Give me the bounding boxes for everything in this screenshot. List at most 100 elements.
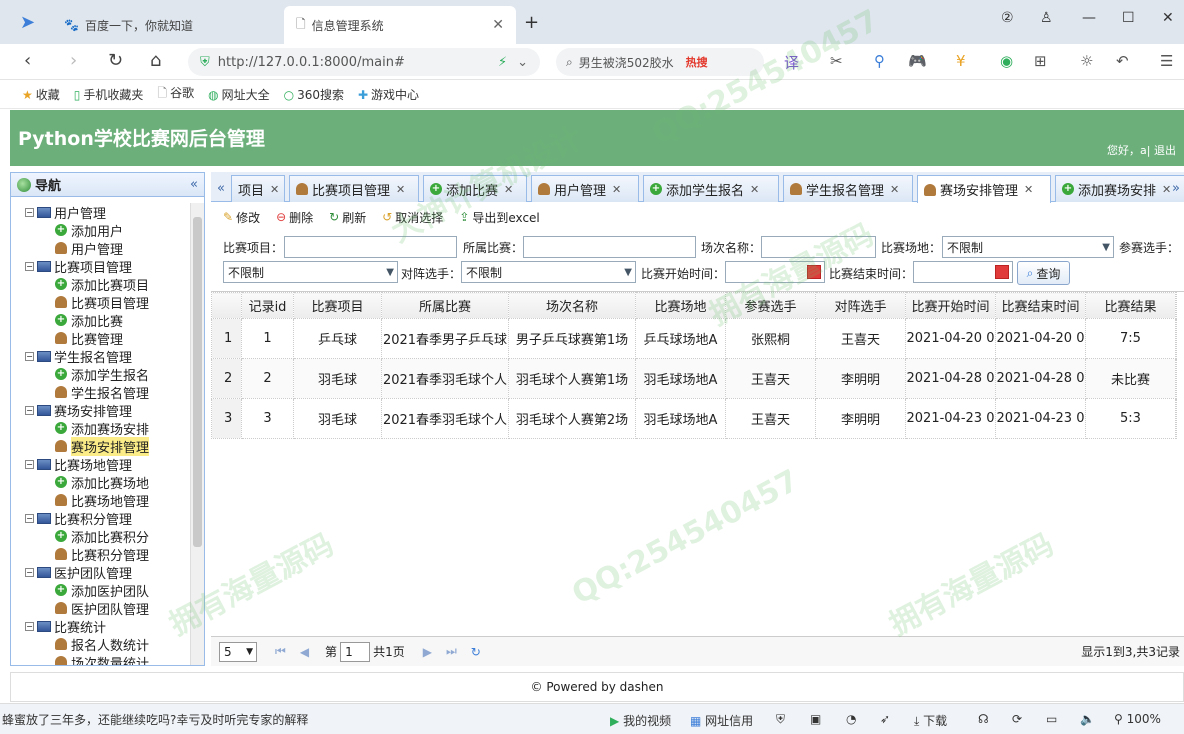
new-tab-button[interactable]: + <box>524 12 539 33</box>
bookmark-favorites[interactable]: ★ 收藏 <box>22 86 60 103</box>
browser-tab-active[interactable]: 🗋 信息管理系统 ✕ <box>284 6 516 44</box>
next-page-icon[interactable]: ▶ <box>423 645 432 659</box>
chevron-down-icon[interactable]: ⌄ <box>517 55 528 70</box>
calendar-icon[interactable] <box>995 265 1009 279</box>
scrollbar-thumb[interactable] <box>193 217 202 547</box>
collapse-toggle-icon[interactable]: − <box>25 513 34 523</box>
scissors-icon[interactable]: ✂ <box>830 52 843 70</box>
bookmark-google[interactable]: 🗋 谷歌 <box>157 84 194 105</box>
player-select[interactable]: 不限制 ▼ <box>223 261 398 283</box>
opponent-select[interactable]: 不限制 ▼ <box>461 261 636 283</box>
lightning-icon[interactable]: ⚡ <box>498 55 507 70</box>
first-page-icon[interactable]: ⏮ <box>275 644 286 659</box>
project-input[interactable] <box>284 236 457 258</box>
headset-icon[interactable]: ☊ <box>978 712 989 726</box>
refresh-status-icon[interactable]: ⟳ <box>1012 712 1022 726</box>
nav-group[interactable]: − 用户管理 <box>11 203 189 222</box>
home-icon[interactable]: ⌂ <box>150 50 161 71</box>
venue-select[interactable]: 不限制 ▼ <box>942 236 1114 258</box>
site-credit-button[interactable]: ▦ 网址信用 <box>690 712 753 729</box>
back-icon[interactable]: ‹ <box>24 50 31 71</box>
nav-item[interactable]: 比赛积分管理 <box>11 545 189 564</box>
nav-item[interactable]: 比赛场地管理 <box>11 491 189 510</box>
column-header[interactable]: 场次名称 <box>508 292 636 319</box>
address-bar[interactable]: ⛨ http://127.0.0.1:8000/main# ⚡ ⌄ <box>188 48 540 76</box>
speed-icon[interactable]: ◔ <box>846 712 856 726</box>
close-icon[interactable]: ✕ <box>612 183 621 196</box>
volume-icon[interactable]: 🔈 <box>1080 712 1095 726</box>
bookmark-360[interactable]: ○ 360搜索 <box>284 86 344 103</box>
close-icon[interactable]: ✕ <box>396 183 405 196</box>
column-header[interactable]: 比赛项目 <box>293 292 382 319</box>
session-input[interactable] <box>761 236 876 258</box>
calendar-icon[interactable] <box>807 265 821 279</box>
collapse-toggle-icon[interactable]: − <box>25 207 34 217</box>
hot-search-badge[interactable]: 热搜 <box>686 54 708 70</box>
nav-item[interactable]: + 添加比赛项目 <box>11 275 189 294</box>
start-time-input[interactable] <box>725 261 825 283</box>
column-header[interactable]: 比赛场地 <box>635 292 726 319</box>
bookmark-games[interactable]: ✚ 游戏中心 <box>358 86 419 103</box>
table-row[interactable]: 3 3 羽毛球 2021春季羽毛球个人 羽毛球个人赛第2场 羽毛球场地A 王喜天 李明明 202… <box>211 398 1177 439</box>
maximize-icon[interactable]: ☐ <box>1122 10 1135 26</box>
edit-button[interactable]: ✎ 修改 <box>223 209 260 226</box>
column-header[interactable]: 比赛开始时间 <box>905 292 996 319</box>
content-tab[interactable]: 赛场安排管理 ✕ <box>917 175 1051 203</box>
nav-item[interactable]: 比赛管理 <box>11 329 189 348</box>
query-button[interactable]: ⌕ 查询 <box>1017 261 1070 285</box>
nav-group[interactable]: − 比赛项目管理 <box>11 257 189 276</box>
my-video-button[interactable]: ▶ 我的视频 <box>610 712 671 729</box>
close-icon[interactable]: ✕ <box>504 183 513 196</box>
bookmark-mobile[interactable]: ▯ 手机收藏夹 <box>74 86 144 103</box>
content-tab[interactable]: 用户管理 ✕ <box>531 175 639 202</box>
nav-item[interactable]: + 添加比赛积分 <box>11 527 189 546</box>
column-header[interactable]: 对阵选手 <box>815 292 906 319</box>
content-tab[interactable]: 学生报名管理 ✕ <box>783 175 913 202</box>
nav-item[interactable]: 用户管理 <box>11 239 189 258</box>
collapse-toggle-icon[interactable]: − <box>25 459 34 469</box>
nav-item[interactable]: 赛场安排管理 <box>11 436 189 456</box>
close-icon[interactable]: ✕ <box>1024 183 1033 196</box>
apps-grid-icon[interactable]: ⊞ <box>1034 52 1047 70</box>
browser-tab-baidu[interactable]: 🐾 百度一下，你就知道 <box>52 6 280 44</box>
content-tab[interactable]: + 添加比赛 ✕ <box>423 175 527 202</box>
column-header[interactable]: 比赛结束时间 <box>995 292 1086 319</box>
shirt-icon[interactable]: ♙ <box>1040 10 1053 26</box>
table-row[interactable]: 1 1 乒乓球 2021春季男子乒乓球 男子乒乓球赛第1场 乒乓球场地A 张熙桐 王喜天 202… <box>211 318 1177 359</box>
navigation-scrollbar[interactable] <box>190 203 204 665</box>
match-input[interactable] <box>523 236 696 258</box>
column-header[interactable]: 比赛结果 <box>1085 292 1176 319</box>
last-page-icon[interactable]: ⏭ <box>446 644 457 659</box>
nav-item[interactable]: + 添加比赛 <box>11 311 189 330</box>
news-ticker[interactable]: 蜂蜜放了三年多，还能继续吃吗?幸亏及时听完专家的解释 <box>2 711 308 728</box>
end-time-input[interactable] <box>913 261 1013 283</box>
export-excel-button[interactable]: ⇪ 导出到excel <box>459 209 539 226</box>
column-header[interactable]: 所属比赛 <box>381 292 509 319</box>
game-icon[interactable]: 🎮 <box>908 52 927 70</box>
close-icon[interactable]: ✕ <box>270 183 279 196</box>
screen-icon[interactable]: ▭ <box>1046 712 1057 726</box>
close-tab-icon[interactable]: ✕ <box>492 17 504 33</box>
nav-item[interactable]: 报名人数统计 <box>11 635 189 654</box>
nav-item[interactable]: + 添加比赛场地 <box>11 473 189 492</box>
page-size-select[interactable]: 5 ▼ <box>219 641 257 662</box>
nav-group[interactable]: − 比赛统计 <box>11 617 189 636</box>
menu-icon[interactable]: ☰ <box>1160 52 1173 70</box>
column-header[interactable]: 记录id <box>241 292 294 319</box>
bookmark-sites[interactable]: ◍ 网址大全 <box>208 86 270 103</box>
tab-scroll-left-icon[interactable]: « <box>213 176 229 202</box>
nav-item[interactable]: + 添加医护团队 <box>11 581 189 600</box>
content-tab[interactable]: + 添加赛场安排 ✕ <box>1055 175 1184 202</box>
table-row[interactable]: 2 2 羽毛球 2021春季羽毛球个人 羽毛球个人赛第1场 羽毛球场地A 王喜天 李明明 202… <box>211 358 1177 399</box>
brightness-icon[interactable]: ☼ <box>1080 52 1093 70</box>
collapse-toggle-icon[interactable]: − <box>25 261 34 271</box>
reload-icon[interactable]: ↻ <box>108 50 123 71</box>
refresh-button[interactable]: ↻ 刷新 <box>329 209 366 226</box>
nav-item[interactable]: + 添加用户 <box>11 221 189 240</box>
collapse-toggle-icon[interactable]: − <box>25 567 34 577</box>
nav-item[interactable]: 场次数量统计 <box>11 653 189 665</box>
close-icon[interactable]: ✕ <box>890 183 899 196</box>
content-tab[interactable]: + 添加学生报名 ✕ <box>643 175 779 202</box>
nav-group[interactable]: − 比赛积分管理 <box>11 509 189 528</box>
nav-item[interactable]: 学生报名管理 <box>11 383 189 402</box>
